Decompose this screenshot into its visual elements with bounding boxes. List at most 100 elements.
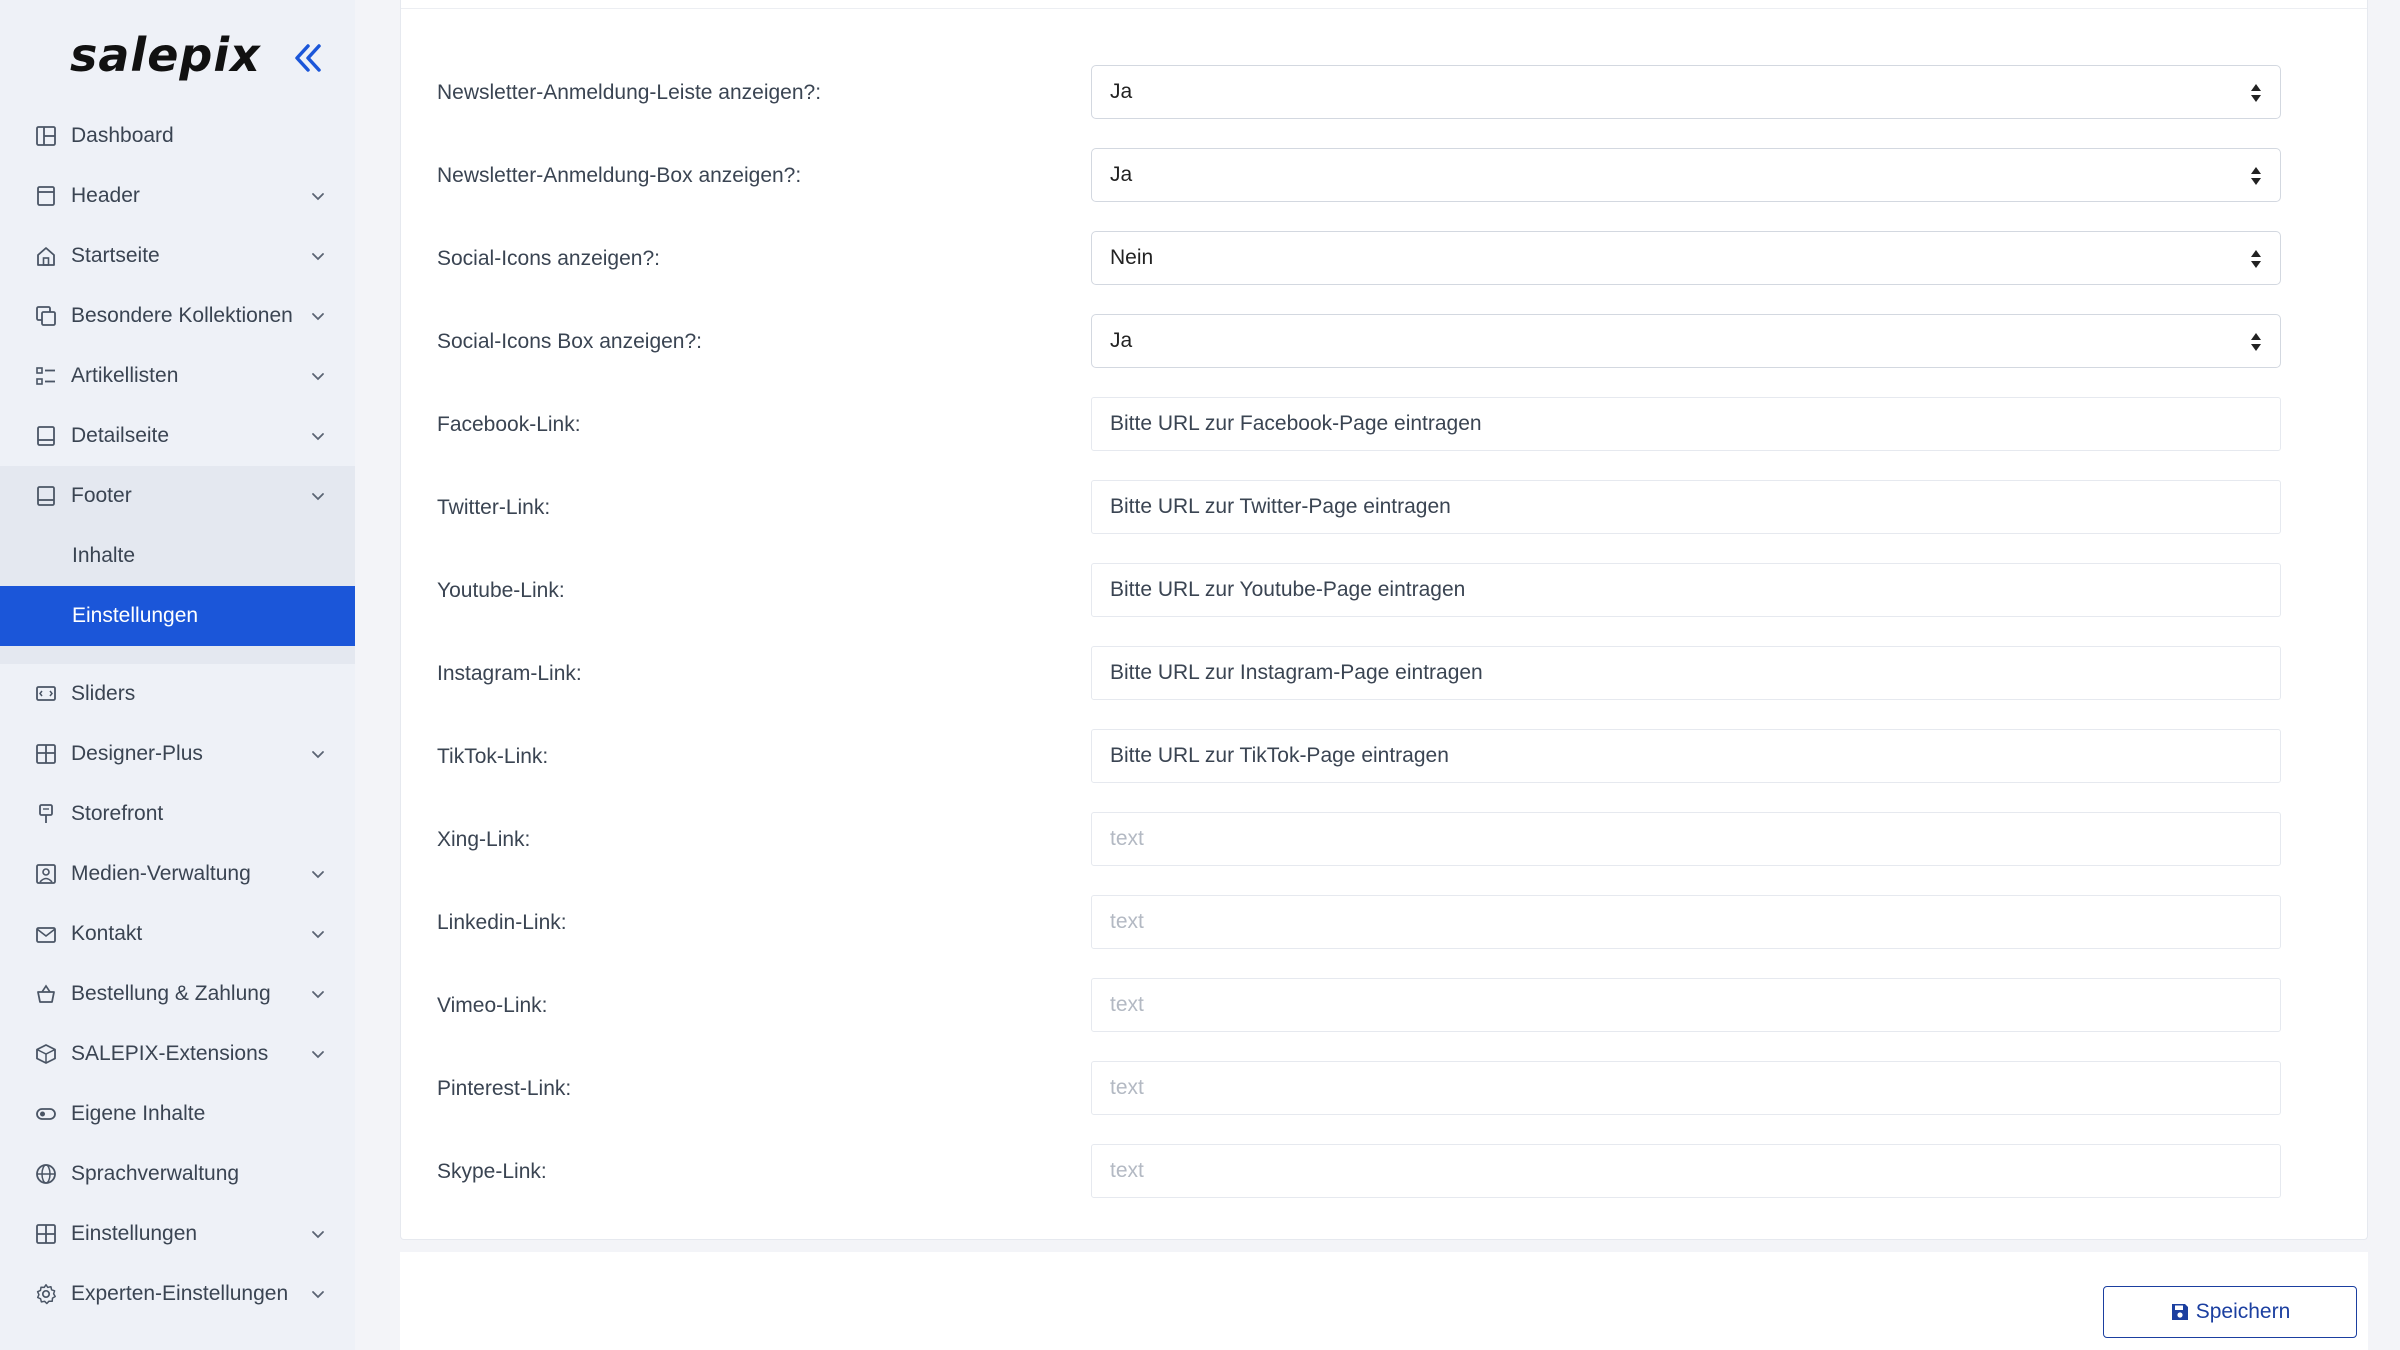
sidebar-item-label: Header xyxy=(71,184,140,207)
chevron-down-icon xyxy=(309,865,327,883)
double-chevron-left-icon xyxy=(295,44,321,72)
sidebar-item-detailseite[interactable]: Detailseite xyxy=(0,406,355,466)
extension-icon xyxy=(35,1043,57,1065)
sidebar-item-designer-plus[interactable]: Designer-Plus xyxy=(0,724,355,784)
chevron-down-icon xyxy=(309,307,327,325)
slider-icon xyxy=(35,683,57,705)
sidebar-item-label: Eigene Inhalte xyxy=(71,1102,206,1125)
sidebar-item-salepix-extensions[interactable]: SALEPIX-Extensions xyxy=(0,1024,355,1084)
select-value: Ja xyxy=(1110,80,1133,103)
vimeo-link-input[interactable] xyxy=(1091,978,2281,1032)
sidebar-item-label: Footer xyxy=(71,484,132,507)
form-row-tiktok: TikTok-Link: xyxy=(401,729,2367,785)
sidebar-item-label: Bestellung & Zahlung xyxy=(71,982,271,1005)
sidebar-item-label: Dashboard xyxy=(71,124,174,147)
sidebar-item-artikellisten[interactable]: Artikellisten xyxy=(0,346,355,406)
home-icon xyxy=(35,245,57,267)
twitter-link-input[interactable] xyxy=(1091,480,2281,534)
field-label: Newsletter-Anmeldung-Leiste anzeigen?: xyxy=(437,81,822,104)
dashboard-icon xyxy=(35,125,57,147)
sidebar-item-footer[interactable]: Footer xyxy=(0,466,355,526)
gear-icon xyxy=(35,1283,57,1305)
sidebar-item-label: Sliders xyxy=(71,682,136,705)
field-label: Instagram-Link: xyxy=(437,662,582,685)
chevron-down-icon xyxy=(309,187,327,205)
globe-icon xyxy=(35,1163,57,1185)
basket-icon xyxy=(35,983,57,1005)
instagram-link-input[interactable] xyxy=(1091,646,2281,700)
sort-arrows-icon xyxy=(2251,333,2261,351)
sidebar-item-sliders[interactable]: Sliders xyxy=(0,664,355,724)
facebook-link-input[interactable] xyxy=(1091,397,2281,451)
field-label: Skype-Link: xyxy=(437,1160,547,1183)
form-row-newsletter-leiste: Newsletter-Anmeldung-Leiste anzeigen?: J… xyxy=(401,65,2367,121)
field-label: TikTok-Link: xyxy=(437,745,549,768)
sidebar-item-label: Storefront xyxy=(71,802,164,825)
sidebar-item-experten-einstellungen[interactable]: Experten-Einstellungen xyxy=(0,1264,355,1324)
action-bar xyxy=(400,1252,2368,1350)
field-label: Vimeo-Link: xyxy=(437,994,548,1017)
chevron-down-icon xyxy=(309,1225,327,1243)
sort-arrows-icon xyxy=(2251,167,2261,185)
chevron-down-icon xyxy=(309,925,327,943)
newsletter-box-select[interactable]: Ja xyxy=(1091,148,2281,202)
form-row-skype: Skype-Link: xyxy=(401,1144,2367,1200)
pinterest-link-input[interactable] xyxy=(1091,1061,2281,1115)
youtube-link-input[interactable] xyxy=(1091,563,2281,617)
contact-icon xyxy=(35,923,57,945)
sidebar-item-bestellung-zahlung[interactable]: Bestellung & Zahlung xyxy=(0,964,355,1024)
sidebar-item-header[interactable]: Header xyxy=(0,166,355,226)
form-row-social-icons-box: Social-Icons Box anzeigen?: Ja xyxy=(401,314,2367,370)
chevron-down-icon xyxy=(309,1285,327,1303)
xing-link-input[interactable] xyxy=(1091,812,2281,866)
chevron-down-icon xyxy=(309,427,327,445)
sidebar-item-medien-verwaltung[interactable]: Medien-Verwaltung xyxy=(0,844,355,904)
chevron-down-icon xyxy=(309,247,327,265)
chevron-down-icon xyxy=(309,367,327,385)
social-icons-box-select[interactable]: Ja xyxy=(1091,314,2281,368)
chevron-down-icon xyxy=(309,985,327,1003)
sort-arrows-icon xyxy=(2251,84,2261,102)
select-value: Ja xyxy=(1110,163,1133,186)
sidebar-item-startseite[interactable]: Startseite xyxy=(0,226,355,286)
sidebar-item-kontakt[interactable]: Kontakt xyxy=(0,904,355,964)
form-row-linkedin: Linkedin-Link: xyxy=(401,895,2367,951)
sidebar-item-label: Einstellungen xyxy=(71,1222,198,1245)
form-row-xing: Xing-Link: xyxy=(401,812,2367,868)
sidebar-subitem-einstellungen[interactable]: Einstellungen xyxy=(0,586,355,646)
form-row-newsletter-box: Newsletter-Anmeldung-Box anzeigen?: Ja xyxy=(401,148,2367,204)
linkedin-link-input[interactable] xyxy=(1091,895,2281,949)
sidebar-nav: Dashboard Header Startseite Besondere Ko… xyxy=(0,106,355,1324)
sidebar-item-sprachverwaltung[interactable]: Sprachverwaltung xyxy=(0,1144,355,1204)
media-icon xyxy=(35,863,57,885)
sidebar-item-eigene-inhalte[interactable]: Eigene Inhalte xyxy=(0,1084,355,1144)
toggle-icon xyxy=(35,1103,57,1125)
tiktok-link-input[interactable] xyxy=(1091,729,2281,783)
sidebar-item-label: Sprachverwaltung xyxy=(71,1162,240,1185)
collapse-sidebar-button[interactable] xyxy=(288,38,328,78)
sidebar-item-einstellungen[interactable]: Einstellungen xyxy=(0,1204,355,1264)
sidebar-subitem-inhalte[interactable]: Inhalte xyxy=(0,526,355,586)
settings-grid-icon xyxy=(35,1223,57,1245)
newsletter-leiste-select[interactable]: Ja xyxy=(1091,65,2281,119)
sidebar-item-label: Experten-Einstellungen xyxy=(71,1282,289,1305)
sidebar-item-label: Besondere Kollektionen xyxy=(71,304,293,327)
social-icons-select[interactable]: Nein xyxy=(1091,231,2281,285)
form-row-youtube: Youtube-Link: xyxy=(401,563,2367,619)
salepix-logo[interactable]: salepix xyxy=(70,28,261,82)
sidebar-item-besondere-kollektionen[interactable]: Besondere Kollektionen xyxy=(0,286,355,346)
sort-arrows-icon xyxy=(2251,250,2261,268)
sidebar-item-dashboard[interactable]: Dashboard xyxy=(0,106,355,166)
sidebar-item-label: Designer-Plus xyxy=(71,742,203,765)
sidebar-item-storefront[interactable]: Storefront xyxy=(0,784,355,844)
chevron-down-icon xyxy=(309,487,327,505)
form-row-vimeo: Vimeo-Link: xyxy=(401,978,2367,1034)
skype-link-input[interactable] xyxy=(1091,1144,2281,1198)
chevron-down-icon xyxy=(309,745,327,763)
sidebar-item-label: Kontakt xyxy=(71,922,143,945)
sidebar-item-label: Medien-Verwaltung xyxy=(71,862,251,885)
save-button[interactable]: Speichern xyxy=(2103,1286,2357,1338)
field-label: Twitter-Link: xyxy=(437,496,551,519)
sidebar-item-label: SALEPIX-Extensions xyxy=(71,1042,269,1065)
form-row-instagram: Instagram-Link: xyxy=(401,646,2367,702)
